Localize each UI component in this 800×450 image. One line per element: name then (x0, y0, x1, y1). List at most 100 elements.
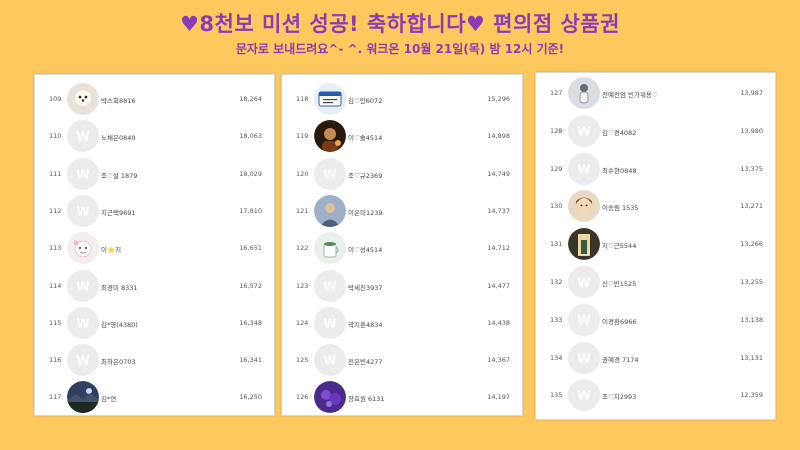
user-avatar-icon[interactable] (314, 381, 346, 414)
step-count: 13,987 (740, 89, 763, 97)
svg-text:W: W (76, 204, 89, 218)
step-count: 14,438 (487, 318, 510, 327)
user-name: 전예전엄 빈가워용♡ (602, 91, 658, 99)
ranking-row[interactable]: 109 박스회8816 18,264 (35, 80, 274, 118)
user-avatar-icon[interactable]: W (568, 266, 600, 298)
ranking-row[interactable]: 130 이송림 1535 13,271 (536, 187, 775, 225)
ranking-row[interactable]: 123 W 박세진3937 14,477 (282, 267, 522, 305)
user-name: 이송림 1535 (602, 204, 639, 213)
ranking-row[interactable]: 127 전예전엄 빈가워용♡ 13,987 (536, 74, 775, 112)
ranking-row[interactable]: 124 W 곽지훈4834 14,438 (282, 304, 522, 342)
user-avatar-icon[interactable]: W (568, 303, 600, 336)
user-avatar-icon[interactable] (314, 194, 346, 227)
user-avatar-icon[interactable]: W (314, 157, 346, 190)
user-avatar-icon[interactable] (67, 381, 99, 414)
user-avatar-icon[interactable] (314, 83, 346, 115)
user-name: 김♡경4082 (602, 128, 637, 137)
user-avatar-icon[interactable]: W (67, 194, 99, 227)
ranking-row[interactable]: 112 W 지근택9691 17,810 (35, 192, 274, 230)
ranking-row[interactable]: 119 이♡솔4514 14,898 (282, 117, 522, 155)
ranking-row[interactable]: 131 지♡근5544 13,266 (536, 225, 775, 263)
ranking-row[interactable]: 113 이⭐지 16,651 (35, 229, 274, 267)
user-name: 이⭐지 (101, 246, 122, 255)
rank-number: 109 (49, 95, 62, 103)
user-name: 전은빈4277 (348, 358, 383, 367)
ranking-row[interactable]: 129 W 최수현0848 13,375 (536, 150, 775, 188)
user-avatar-icon[interactable]: W (568, 152, 600, 185)
user-avatar-icon[interactable]: W (314, 344, 346, 377)
user-name: 이♡솔4514 (348, 134, 383, 143)
ranking-row[interactable]: 110 W 노채은0840 18,063 (35, 117, 274, 155)
svg-text:W: W (577, 124, 590, 138)
user-name: 이경환6966 (602, 317, 637, 326)
user-avatar-icon[interactable] (67, 83, 99, 115)
user-name: 박스회8816 (101, 97, 136, 105)
rank-number: 130 (550, 202, 563, 211)
step-count: 16,572 (239, 281, 262, 290)
step-count: 13,138 (740, 315, 763, 324)
user-name: 최수현0848 (602, 166, 637, 175)
svg-text:W: W (323, 316, 336, 330)
rank-number: 132 (550, 278, 563, 286)
ranking-row[interactable]: 116 W 최하은0703 16,341 (35, 341, 274, 379)
ranking-row[interactable]: 121 이은미1239 14,737 (282, 192, 522, 230)
step-count: 14,477 (487, 281, 510, 290)
rank-number: 123 (296, 281, 309, 290)
step-count: 12,359 (740, 391, 763, 400)
rank-number: 112 (49, 206, 62, 215)
user-avatar-icon[interactable]: W (67, 120, 99, 153)
ranking-panel-2: 118 김♡민6072 15,296 119 이♡솔4514 14,898 120 W 조♡규2… (281, 74, 523, 416)
ranking-row[interactable]: 111 W 조♡설 1879 18,029 (35, 155, 274, 193)
user-name: 조♡규2369 (348, 171, 383, 180)
ranking-row[interactable]: 117 김*연 16,250 (35, 378, 274, 416)
rank-number: 117 (49, 393, 62, 402)
user-avatar-icon[interactable] (568, 77, 600, 109)
ranking-row[interactable]: 122 이♡성4514 14,712 (282, 229, 522, 267)
user-name: 최하은0703 (101, 358, 136, 367)
user-name: 신♡빈1525 (602, 280, 637, 288)
rank-number: 122 (296, 244, 309, 253)
ranking-row[interactable]: 132 W 신♡빈1525 13,255 (536, 263, 775, 301)
ranking-row[interactable]: 134 W 권혜경 7174 13,131 (536, 339, 775, 377)
user-avatar-icon[interactable]: W (314, 269, 346, 302)
svg-text:W: W (577, 276, 590, 290)
user-avatar-icon[interactable]: W (314, 306, 346, 339)
user-avatar-icon[interactable] (314, 232, 346, 265)
user-avatar-icon[interactable] (67, 232, 99, 265)
step-count: 15,296 (487, 95, 510, 103)
rank-number: 126 (296, 393, 309, 402)
ranking-row[interactable]: 115 W 김*영(4380) 16,348 (35, 304, 274, 342)
step-count: 13,980 (740, 126, 763, 135)
user-avatar-icon[interactable] (314, 120, 346, 153)
user-avatar-icon[interactable]: W (67, 269, 99, 302)
ranking-row[interactable]: 126 장효원 6131 14,197 (282, 378, 522, 416)
ranking-row[interactable]: 128 W 김♡경4082 13,980 (536, 112, 775, 150)
user-avatar-icon[interactable]: W (568, 341, 600, 374)
user-name: 조♡설 1879 (101, 171, 138, 180)
ranking-row[interactable]: 133 W 이경환6966 13,138 (536, 301, 775, 339)
user-avatar-icon[interactable]: W (568, 379, 600, 412)
rank-number: 135 (550, 391, 563, 400)
ranking-row[interactable]: 114 W 최경미 8331 16,572 (35, 267, 274, 305)
user-avatar-icon[interactable]: W (67, 306, 99, 339)
step-count: 13,266 (740, 240, 763, 249)
rank-number: 120 (296, 169, 309, 178)
ranking-row[interactable]: 118 김♡민6072 15,296 (282, 80, 522, 118)
user-avatar-icon[interactable]: W (67, 157, 99, 190)
user-name: 지♡근5544 (602, 242, 637, 251)
ranking-row[interactable]: 125 W 전은빈4277 14,367 (282, 341, 522, 379)
user-avatar-icon[interactable]: W (568, 114, 600, 147)
user-name: 조♡지2993 (602, 393, 637, 402)
user-avatar-icon[interactable]: W (67, 344, 99, 377)
user-avatar-icon[interactable] (568, 228, 600, 261)
ranking-row[interactable]: 120 W 조♡규2369 14,749 (282, 155, 522, 193)
ranking-panel-3: 127 전예전엄 빈가워용♡ 13,987 128 W 김♡경4082 13,980 129 W… (535, 72, 776, 420)
user-avatar-icon[interactable] (568, 190, 600, 223)
user-name: 장효원 6131 (348, 395, 385, 404)
rank-number: 118 (296, 95, 309, 103)
user-name: 지근택9691 (101, 208, 136, 217)
ranking-row[interactable]: 135 W 조♡지2993 12,359 (536, 376, 775, 414)
rank-number: 110 (49, 132, 62, 141)
page-subtitle: 문자로 보내드려요^- ^. 워크온 10월 21일(목) 밤 12시 기준! (235, 42, 565, 56)
step-count: 13,271 (740, 202, 763, 211)
